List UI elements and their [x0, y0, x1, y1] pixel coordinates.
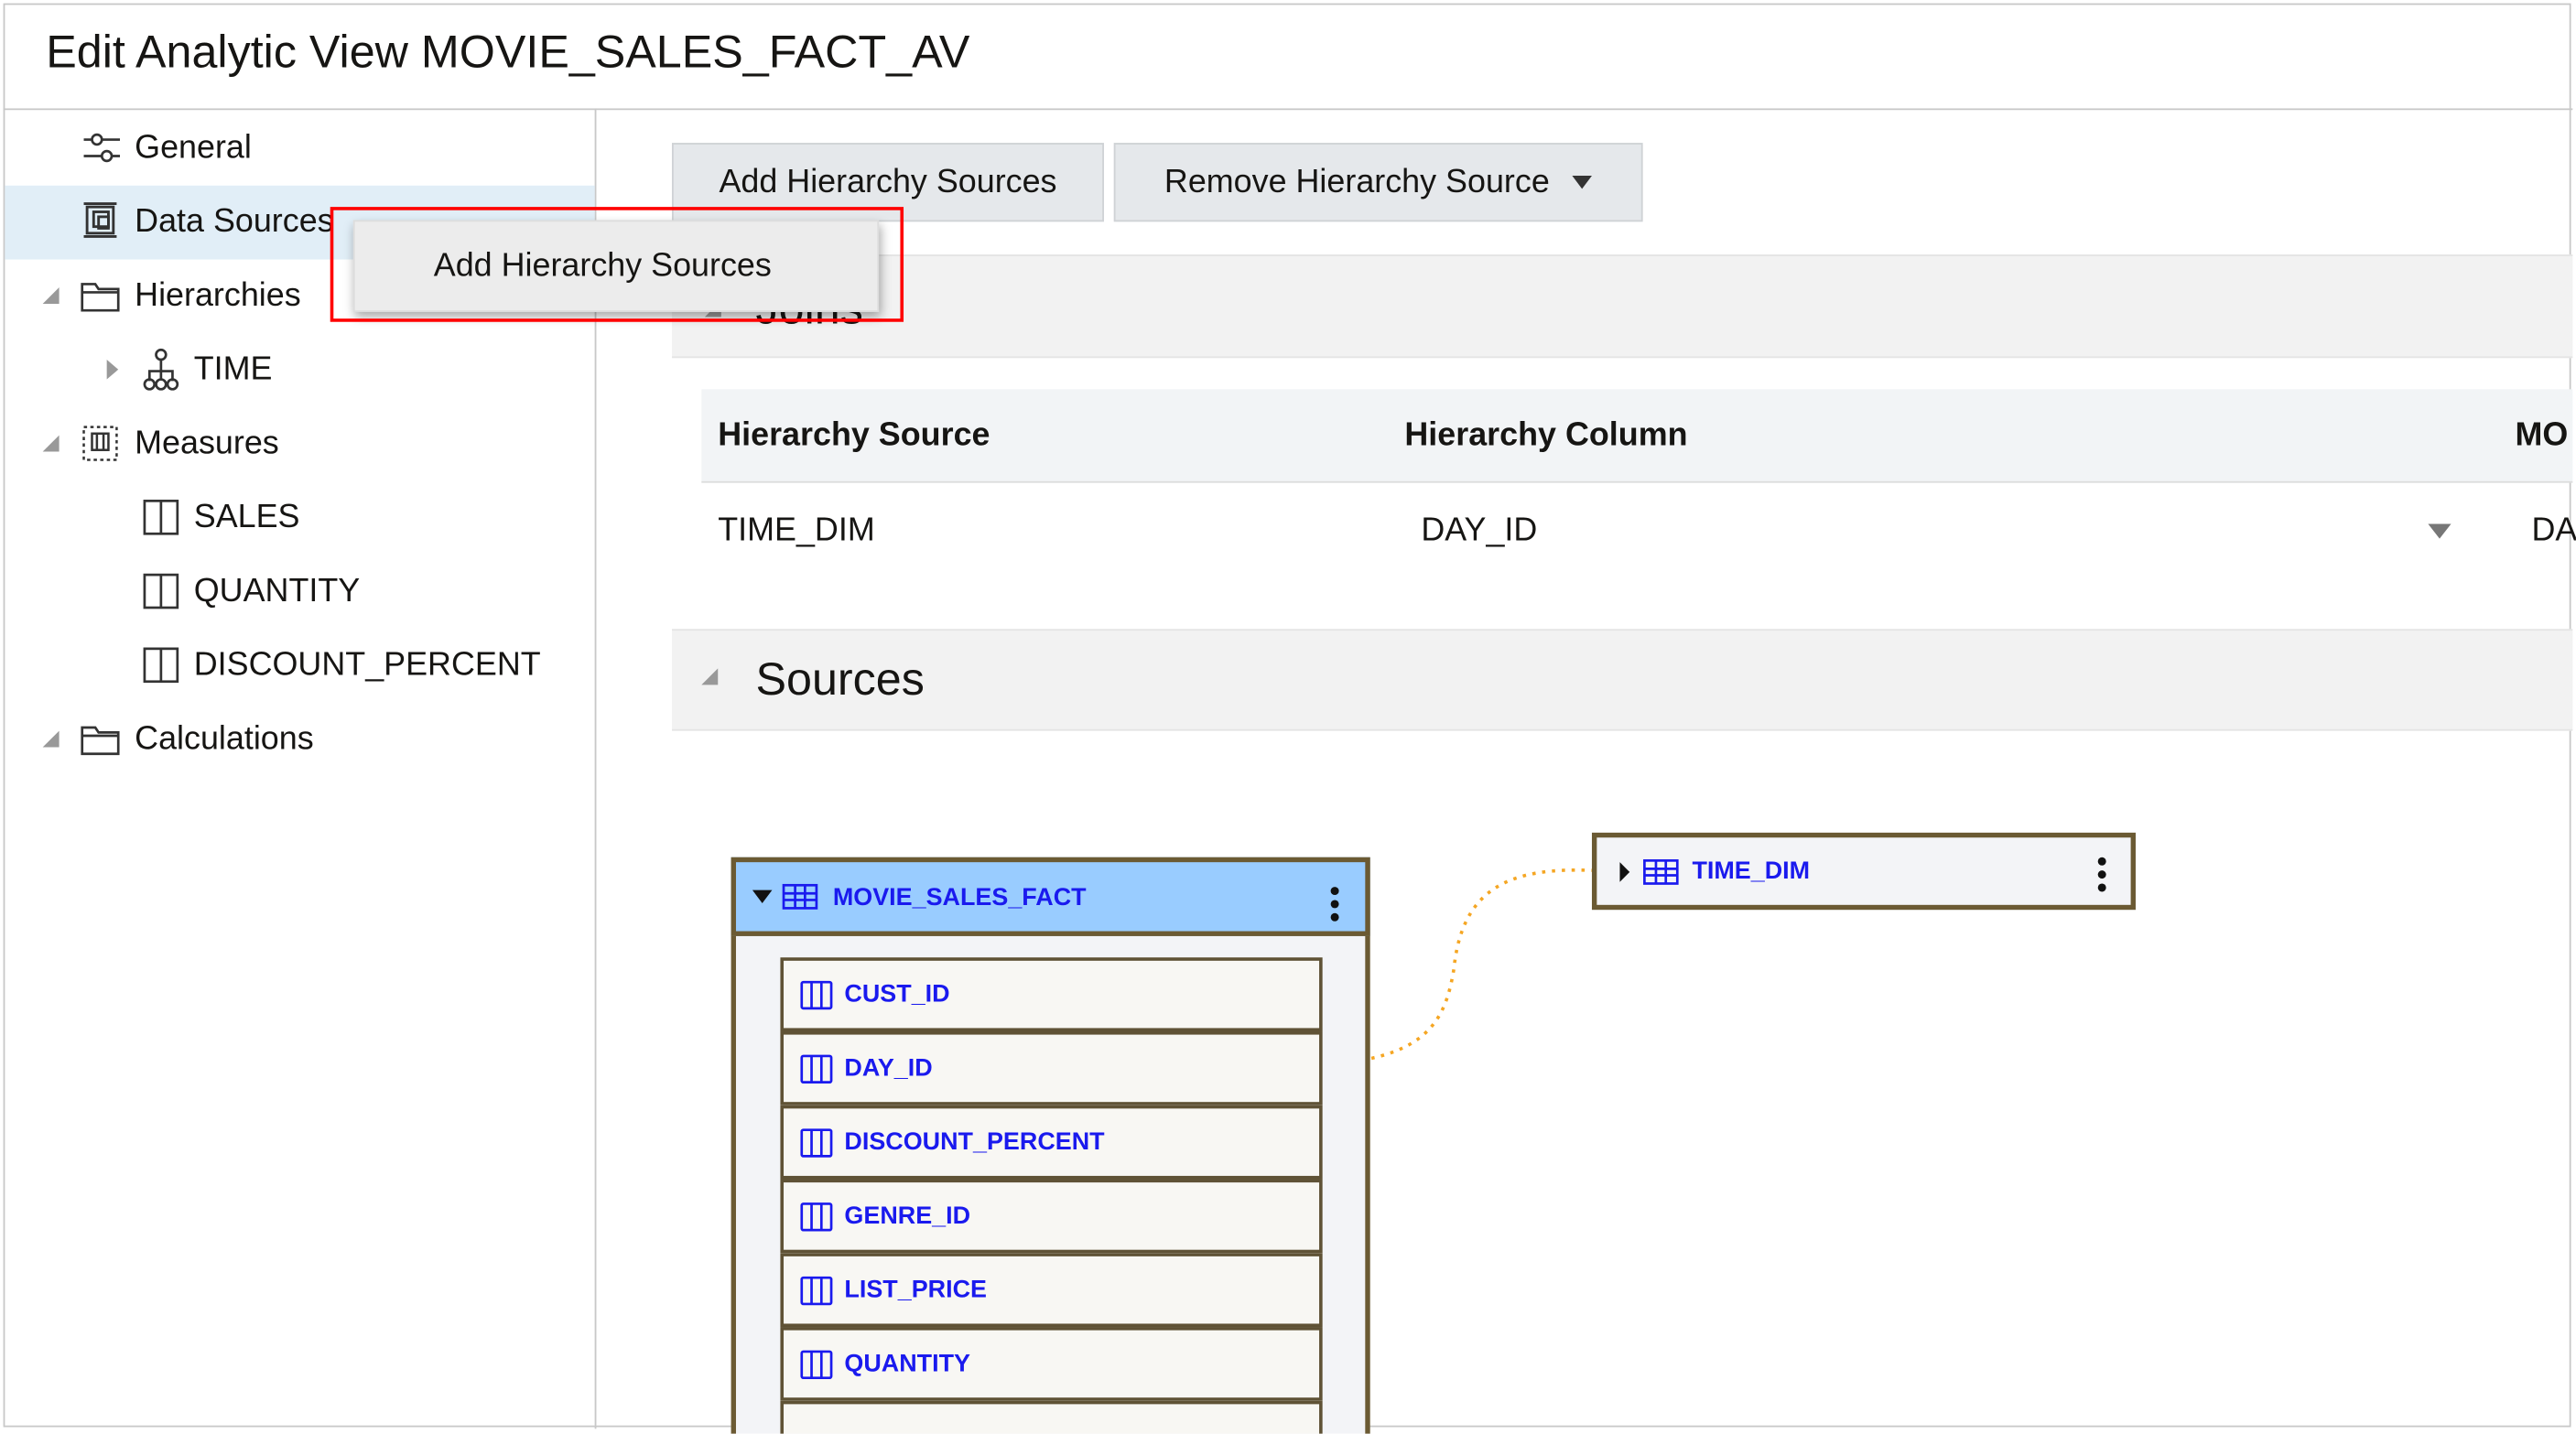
table-icon	[1643, 858, 1679, 884]
column-icon	[800, 1053, 833, 1084]
column-node[interactable]: GENRE_ID	[780, 1179, 1323, 1254]
column-node[interactable]: CUST_ID	[780, 957, 1323, 1032]
column-icon	[800, 1349, 833, 1379]
column-name: QUANTITY	[844, 1350, 971, 1378]
column-node-partial	[780, 1400, 1323, 1434]
column-name: GENRE_ID	[844, 1202, 971, 1231]
table-icon	[782, 883, 818, 910]
column-node[interactable]: LIST_PRICE	[780, 1253, 1323, 1328]
column-name: LIST_PRICE	[844, 1276, 987, 1304]
dim-table-node[interactable]: TIME_DIM	[1591, 832, 2136, 911]
column-node[interactable]: QUANTITY	[780, 1327, 1323, 1401]
fact-table-header[interactable]: MOVIE_SALES_FACT	[731, 857, 1370, 936]
expand-triangle-icon[interactable]	[1619, 861, 1630, 881]
column-node[interactable]: DISCOUNT_PERCENT	[780, 1105, 1323, 1180]
column-name: DAY_ID	[844, 1054, 933, 1083]
column-icon	[800, 979, 833, 1009]
column-icon	[800, 1275, 833, 1305]
highlight-box	[330, 207, 904, 322]
more-options-icon[interactable]	[2097, 857, 2106, 892]
column-icon	[800, 1202, 833, 1231]
column-node[interactable]: DAY_ID	[780, 1031, 1323, 1105]
dim-table-name: TIME_DIM	[1692, 857, 1811, 886]
column-name: CUST_ID	[844, 980, 950, 1008]
collapse-triangle-icon[interactable]	[752, 890, 773, 904]
more-options-icon[interactable]	[1330, 887, 1339, 922]
column-icon	[800, 1127, 833, 1157]
fact-table-name: MOVIE_SALES_FACT	[832, 882, 1087, 911]
column-name: DISCOUNT_PERCENT	[844, 1127, 1105, 1157]
